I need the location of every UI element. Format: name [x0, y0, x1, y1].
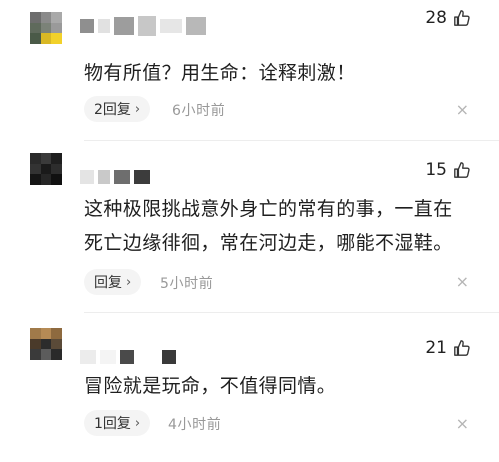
- username-blurred[interactable]: [80, 170, 150, 184]
- close-icon[interactable]: ×: [456, 416, 469, 432]
- chevron-right-icon: ›: [134, 415, 141, 431]
- comment-item: 15 这种极限挑战意外身亡的常有的事，一直在 死亡边缘徘徊，常在河边走，哪能不湿…: [0, 140, 499, 312]
- reply-button[interactable]: 2回复 ›: [84, 96, 151, 122]
- comment-text: 这种极限挑战意外身亡的常有的事，一直在 死亡边缘徘徊，常在河边走，哪能不湿鞋。: [84, 192, 477, 260]
- comment-text-line: 冒险就是玩命，不值得同情。: [84, 375, 337, 397]
- timestamp: 4小时前: [168, 417, 222, 433]
- reply-label: 2回复: [94, 102, 131, 118]
- username-blurred[interactable]: [80, 16, 206, 36]
- comment-item: 21 冒险就是玩命，不值得同情。 1回复 › 4小时前 ×: [0, 312, 499, 462]
- thumbs-up-icon[interactable]: [453, 161, 471, 179]
- comment-text: 冒险就是玩命，不值得同情。: [84, 369, 477, 403]
- like-count: 28: [425, 8, 447, 28]
- close-icon[interactable]: ×: [456, 274, 469, 290]
- thumbs-up-icon[interactable]: [453, 9, 471, 27]
- comment-item: 28 物有所值？用生命：诠释刺激！ 2回复 › 6小时前 ×: [0, 0, 499, 140]
- reply-button[interactable]: 回复 ›: [84, 269, 142, 295]
- timestamp: 5小时前: [160, 276, 214, 292]
- comment-text-line: 这种极限挑战意外身亡的常有的事，一直在: [84, 198, 453, 220]
- reply-button[interactable]: 1回复 ›: [84, 410, 151, 436]
- avatar[interactable]: [30, 12, 62, 44]
- timestamp: 6小时前: [172, 103, 226, 119]
- comment-text-line: 物有所值？用生命：诠释刺激！: [84, 62, 356, 84]
- like-control[interactable]: 28: [425, 8, 471, 28]
- chevron-right-icon: ›: [134, 101, 141, 117]
- chevron-right-icon: ›: [126, 274, 132, 290]
- like-count: 15: [425, 160, 447, 180]
- close-icon[interactable]: ×: [456, 102, 469, 118]
- comment-text: 物有所值？用生命：诠释刺激！: [84, 56, 477, 90]
- avatar[interactable]: [30, 328, 62, 360]
- username-blurred[interactable]: [80, 350, 176, 364]
- thumbs-up-icon[interactable]: [453, 339, 471, 357]
- avatar[interactable]: [30, 153, 62, 185]
- like-count: 21: [425, 338, 447, 358]
- reply-label: 回复: [94, 275, 122, 291]
- like-control[interactable]: 21: [425, 338, 471, 358]
- like-control[interactable]: 15: [425, 160, 471, 180]
- comment-text-line: 死亡边缘徘徊，常在河边走，哪能不湿鞋。: [84, 232, 453, 254]
- reply-label: 1回复: [94, 416, 131, 432]
